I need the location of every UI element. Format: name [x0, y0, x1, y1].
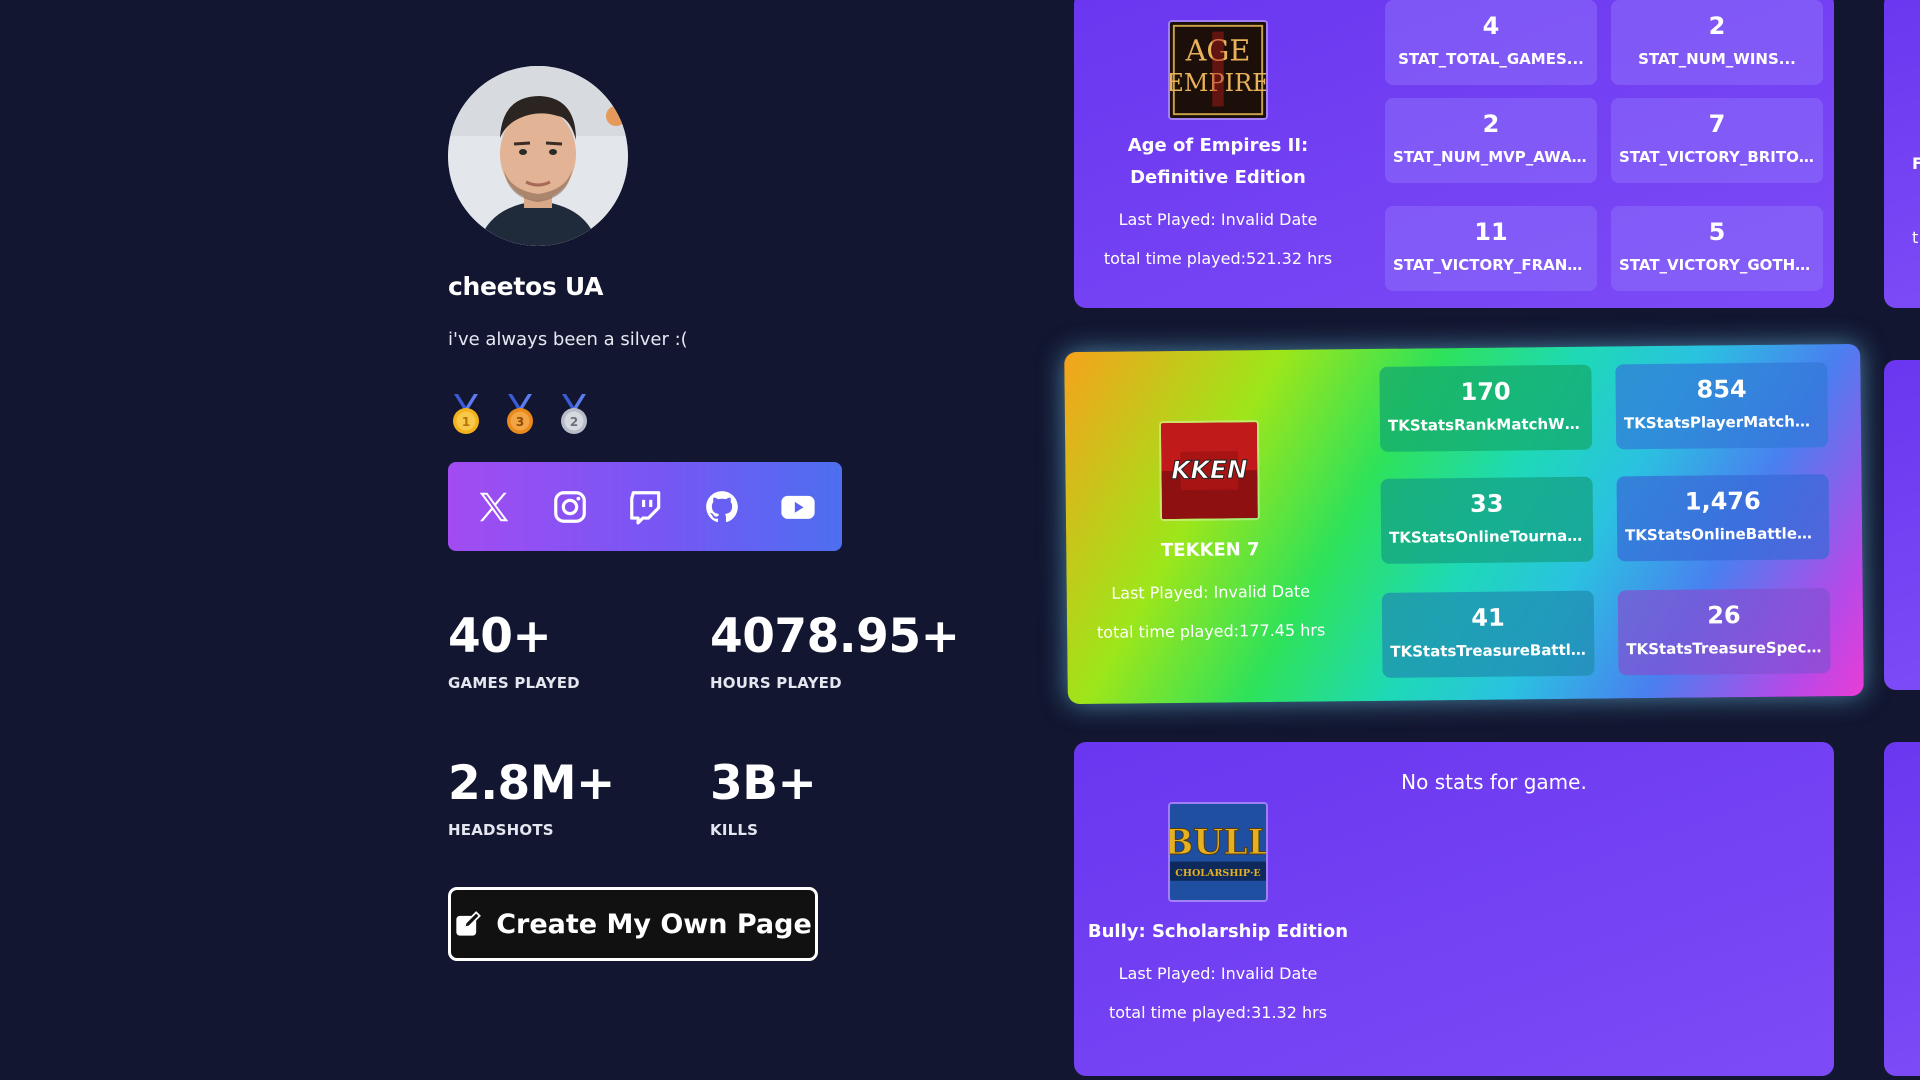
game-stat-value: 11	[1474, 218, 1508, 246]
partial-card-text: F	[1912, 154, 1920, 173]
stat-hours-played: 4078.95+ HOURS PLAYED	[710, 613, 972, 692]
last-played: Last Played: Invalid Date	[1118, 964, 1318, 983]
game-stat-label: TKStatsOnlineTournam...	[1389, 526, 1594, 547]
game-stat-tile: 2 STAT_NUM_MVP_AWARDS...	[1385, 98, 1597, 183]
game-card-tekken-7[interactable]: KKEN TEKKEN 7 Last Played: Invalid Date …	[1064, 343, 1864, 705]
total-time: total time played:521.32 hrs	[1103, 249, 1333, 268]
game-logo-tekken: KKEN	[1158, 420, 1260, 522]
medal-rank: 1	[462, 415, 470, 429]
medal-rank: 3	[516, 415, 524, 429]
stat-value: 40+	[448, 609, 552, 664]
bio: i've always been a silver :(	[448, 329, 688, 350]
medal-rank: 2	[570, 415, 578, 429]
medals-row: 1 3 2	[448, 394, 988, 436]
game-stat-value: 26	[1707, 601, 1741, 630]
no-stats-message: No stats for game.	[1401, 770, 1587, 794]
stat-headshots: 2.8M+ HEADSHOTS	[448, 760, 710, 839]
stat-label: GAMES PLAYED	[448, 674, 580, 692]
game-stat-tile: 854 TKStatsPlayerMatchWi...	[1615, 362, 1829, 450]
game-stat-label: TKStatsTreasureBattl...	[1390, 640, 1589, 661]
stat-games-played: 40+ GAMES PLAYED	[448, 613, 710, 692]
game-card-age-of-empires[interactable]: AGE EMPIRE Age of Empires II: Definitive…	[1074, 0, 1834, 308]
game-info: BULL CHOLARSHIP·E Bully: Scholarship Edi…	[1083, 802, 1353, 1032]
avatar-photo	[448, 66, 628, 246]
game-stat-value: 2	[1482, 110, 1500, 138]
profile-stats: 40+ GAMES PLAYED 4078.95+ HOURS PLAYED 2…	[448, 613, 988, 839]
game-stat-value: 7	[1708, 110, 1726, 138]
game-card-partial[interactable]: F t	[1884, 0, 1920, 308]
github-icon[interactable]	[702, 487, 742, 527]
game-title: TEKKEN 7	[1160, 539, 1260, 562]
game-stat-value: 1,476	[1684, 486, 1761, 516]
game-stat-value: 4	[1482, 12, 1500, 40]
game-title: Age of Empires II: Definitive Edition	[1127, 135, 1309, 188]
game-info: AGE EMPIRE Age of Empires II: Definitive…	[1083, 20, 1353, 278]
profile-panel: cheetos UA i've always been a silver :( …	[448, 66, 988, 961]
total-time: total time played:177.45 hrs	[1096, 620, 1326, 642]
partial-card-text: t	[1912, 228, 1919, 247]
game-stat-value: 5	[1708, 218, 1726, 246]
game-stat-label: STAT_NUM_MVP_AWARDS...	[1393, 148, 1597, 166]
game-logo-bully: BULL CHOLARSHIP·E	[1168, 802, 1268, 902]
social-links-bar	[448, 462, 842, 551]
game-stat-label: TKStatsOnlineBattled...	[1625, 524, 1825, 545]
game-stat-tile: 7 STAT_VICTORY_BRITONS...	[1611, 98, 1823, 183]
game-stat-label: TKStatsTreasureSpeci...	[1626, 638, 1829, 659]
bronze-medal-icon: 3	[502, 394, 538, 436]
avatar[interactable]	[448, 66, 628, 246]
create-page-button[interactable]: Create My Own Page	[448, 887, 818, 961]
game-stat-tile: 11 STAT_VICTORY_FRANKS...	[1385, 206, 1597, 291]
game-stat-value: 170	[1460, 377, 1511, 407]
game-stat-label: STAT_TOTAL_GAMES...	[1398, 50, 1584, 68]
logo-text: CHOLARSHIP·E	[1175, 868, 1260, 879]
stat-kills: 3B+ KILLS	[710, 760, 972, 839]
game-stat-tile: 5 STAT_VICTORY_GOTHS...	[1611, 206, 1823, 291]
stat-value: 3B+	[710, 756, 817, 811]
youtube-icon[interactable]	[778, 487, 818, 527]
logo-text: KKEN	[1171, 455, 1248, 485]
game-card-partial[interactable]	[1884, 360, 1920, 690]
game-stat-tile: 41 TKStatsTreasureBattl...	[1381, 590, 1595, 678]
stat-label: KILLS	[710, 821, 759, 839]
game-stat-tile: 170 TKStatsRankMatchWin...	[1379, 364, 1593, 452]
game-stat-tile: 2 STAT_NUM_WINS...	[1611, 0, 1823, 85]
game-stat-label: TKStatsRankMatchWin...	[1387, 414, 1593, 435]
game-stat-label: STAT_VICTORY_BRITONS...	[1619, 148, 1823, 166]
game-stat-value: 33	[1469, 489, 1504, 518]
game-info: KKEN TEKKEN 7 Last Played: Invalid Date …	[1074, 419, 1346, 652]
logo-text: BULL	[1170, 823, 1266, 863]
game-stat-tile: 33 TKStatsOnlineTournam...	[1380, 476, 1594, 564]
game-stat-tile: 4 STAT_TOTAL_GAMES...	[1385, 0, 1597, 85]
stat-value: 4078.95+	[710, 609, 960, 664]
game-stat-value: 41	[1471, 603, 1505, 632]
game-logo-aoe: AGE EMPIRE	[1168, 20, 1268, 120]
game-stat-label: STAT_NUM_WINS...	[1638, 50, 1796, 68]
game-stat-label: STAT_VICTORY_GOTHS...	[1619, 256, 1823, 274]
silver-medal-icon: 2	[556, 394, 592, 436]
stat-value: 2.8M+	[448, 756, 615, 811]
game-title: Bully: Scholarship Edition	[1087, 921, 1349, 942]
game-stat-tile: 1,476 TKStatsOnlineBattled...	[1616, 474, 1830, 562]
stat-label: HOURS PLAYED	[710, 674, 842, 692]
stat-label: HEADSHOTS	[448, 821, 554, 839]
total-time: total time played:31.32 hrs	[1108, 1003, 1328, 1022]
twitch-icon[interactable]	[626, 487, 666, 527]
instagram-icon[interactable]	[550, 487, 590, 527]
last-played: Last Played: Invalid Date	[1111, 581, 1311, 603]
game-card-bully[interactable]: No stats for game. BULL CHOLARSHIP·E Bul…	[1074, 742, 1834, 1076]
game-stat-value: 2	[1708, 12, 1726, 40]
gold-medal-icon: 1	[448, 394, 484, 436]
game-stat-label: TKStatsPlayerMatchWi...	[1623, 412, 1829, 433]
game-stat-value: 854	[1696, 375, 1747, 404]
x-icon[interactable]	[474, 487, 514, 527]
create-page-label: Create My Own Page	[496, 908, 812, 940]
edit-icon	[456, 911, 482, 936]
game-card-partial[interactable]	[1884, 742, 1920, 1076]
username: cheetos UA	[448, 272, 604, 301]
game-stat-label: STAT_VICTORY_FRANKS...	[1393, 256, 1597, 274]
game-stat-tile: 26 TKStatsTreasureSpeci...	[1617, 588, 1831, 676]
last-played: Last Played: Invalid Date	[1118, 210, 1318, 229]
